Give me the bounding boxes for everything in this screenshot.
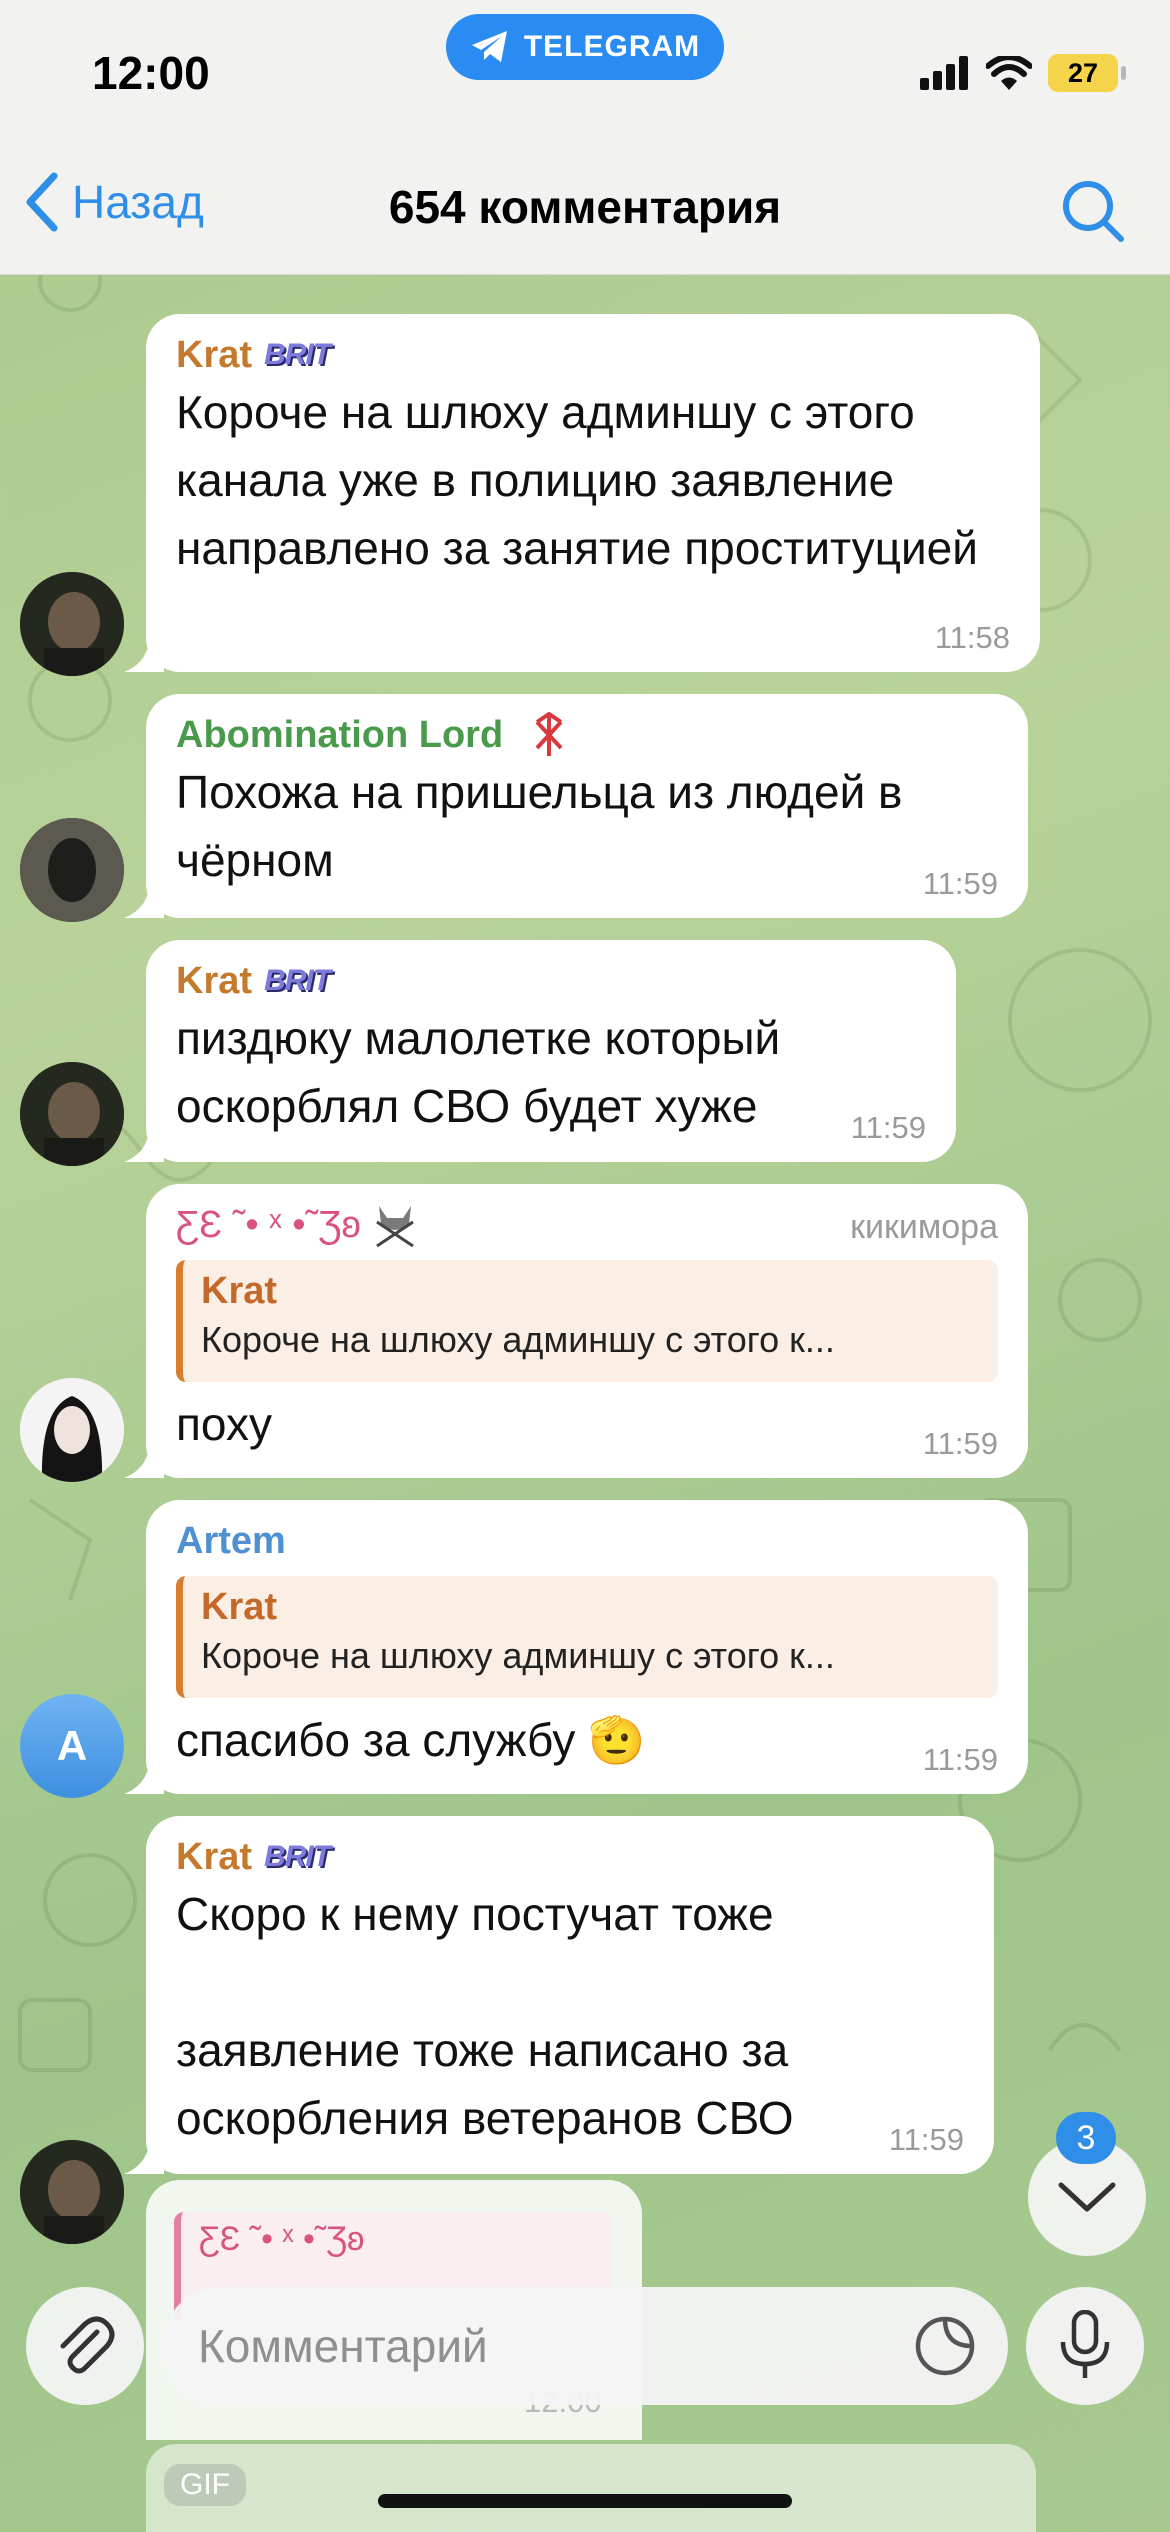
message-bubble[interactable]: Abomination Lord Похожа на пришельца из … xyxy=(146,694,1028,918)
message-bubble[interactable]: Artem Krat Короче на шлюху админшу с это… xyxy=(146,1500,1028,1794)
message-time: 11:59 xyxy=(922,1742,998,1777)
sender-name[interactable]: Krat BRIT xyxy=(176,1834,964,1880)
brit-badge-icon: BRIT xyxy=(264,1840,331,1873)
unread-count-badge: 3 xyxy=(1056,2112,1116,2164)
sender-label: Artem xyxy=(176,1519,286,1562)
brit-badge-icon: BRIT xyxy=(264,338,331,371)
user-photo-icon xyxy=(20,818,124,922)
brit-badge-icon: BRIT xyxy=(264,964,331,997)
message-bubble[interactable]: ƸƐ ˜• ˣ •˜Ʒʚ кикимора Krat Короче на шлю… xyxy=(146,1184,1028,1478)
page-title: 654 комментария xyxy=(388,181,782,233)
reply-quote[interactable]: Krat Короче на шлюху админшу с этого к..… xyxy=(176,1576,998,1698)
reply-text: Короче на шлюху админшу с этого к... xyxy=(201,1319,835,1360)
message-bubble[interactable]: Krat BRIT Короче на шлюху админшу с этог… xyxy=(146,314,1040,672)
user-photo-icon xyxy=(20,572,124,676)
reply-sender: Krat xyxy=(201,1270,278,1312)
attach-button[interactable] xyxy=(26,2287,144,2405)
message-text: Короче на шлюху админшу с этого канала у… xyxy=(176,386,978,574)
member-role: кикимора xyxy=(850,1208,998,1246)
message-text-line xyxy=(176,1948,964,2016)
user-photo-icon xyxy=(20,2140,124,2244)
cellular-signal-icon xyxy=(920,56,968,90)
emoji-status-icon xyxy=(375,1206,414,1248)
sender-name[interactable]: Krat BRIT xyxy=(176,958,926,1004)
avatar[interactable] xyxy=(20,2140,124,2244)
message-time: 11:59 xyxy=(922,1426,998,1461)
sender-label: Krat xyxy=(176,333,253,376)
user-photo-icon xyxy=(20,1062,124,1166)
sender-label: Krat xyxy=(176,959,253,1002)
avatar[interactable] xyxy=(20,1378,124,1482)
message-time: 11:58 xyxy=(934,620,1010,655)
chevron-down-icon xyxy=(1058,2182,1116,2212)
reply-sender: ƸƐ ˜• ˣ •˜Ʒʚ xyxy=(199,2220,365,2258)
sender-name[interactable]: Artem xyxy=(176,1518,998,1564)
sender-name[interactable]: Abomination Lord xyxy=(176,712,998,758)
avatar-initial: A xyxy=(56,1722,88,1769)
message-text-line: оскорбления ветеранов СВО xyxy=(176,2092,794,2144)
sender-label: ƸƐ ˜• ˣ •˜Ʒʚ xyxy=(176,1203,361,1246)
paperclip-icon xyxy=(60,2316,115,2374)
battery-icon: 27 xyxy=(1048,54,1126,92)
telegram-return-pill[interactable]: TELEGRAM xyxy=(446,14,724,80)
message-text: пиздюку малолетке который оскорблял СВО … xyxy=(176,1012,781,1132)
voice-message-button[interactable] xyxy=(1026,2287,1144,2405)
navigation-bar: Назад 654 комментария xyxy=(0,140,1170,275)
battery-level: 27 xyxy=(1067,57,1099,88)
avatar[interactable]: A xyxy=(20,1694,124,1798)
gif-label: GIF xyxy=(164,2464,246,2506)
message-time: 11:59 xyxy=(888,2122,964,2157)
status-time: 12:00 xyxy=(92,47,210,99)
message-time: 11:59 xyxy=(922,866,998,901)
message-text: поху xyxy=(176,1398,272,1450)
search-button[interactable] xyxy=(1060,178,1126,249)
home-indicator[interactable] xyxy=(378,2494,792,2508)
sender-label: Abomination Lord xyxy=(176,713,504,756)
microphone-icon xyxy=(1060,2310,1110,2378)
message-bubble[interactable]: Krat BRIT Скоро к нему постучат тоже зая… xyxy=(146,1816,994,2174)
reply-sender: Krat xyxy=(201,1586,278,1628)
gif-message[interactable] xyxy=(146,2444,1036,2532)
sticker-icon[interactable] xyxy=(912,2313,978,2379)
message-text: Похожа на пришельца из людей в чёрном xyxy=(176,766,903,886)
avatar[interactable] xyxy=(20,1062,124,1166)
avatar[interactable] xyxy=(20,572,124,676)
status-bar: 12:00 TELEGRAM 27 xyxy=(0,0,1170,140)
rune-icon xyxy=(535,712,563,756)
message-text-line: заявление тоже написано за xyxy=(176,2024,789,2076)
telegram-pill-label: TELEGRAM xyxy=(523,30,701,63)
message-time: 11:59 xyxy=(850,1110,926,1145)
reply-quote[interactable]: Krat Короче на шлюху админшу с этого к..… xyxy=(176,1260,998,1382)
wifi-icon xyxy=(986,56,1032,90)
comment-input[interactable] xyxy=(198,2317,848,2375)
sender-name[interactable]: Krat BRIT xyxy=(176,332,1010,378)
message-bubble[interactable]: Krat BRIT пиздюку малолетке который оско… xyxy=(146,940,956,1162)
message-text: спасибо за службу 🫡 xyxy=(176,1714,646,1766)
user-photo-icon xyxy=(20,1378,124,1482)
message-text-line: Скоро к нему постучат тоже xyxy=(176,1888,774,1940)
telegram-plane-icon xyxy=(471,31,507,62)
reply-text: Короче на шлюху админшу с этого к... xyxy=(201,1635,835,1676)
avatar[interactable] xyxy=(20,818,124,922)
status-icons: 27 xyxy=(920,54,1126,92)
comment-input-container[interactable] xyxy=(162,2287,1008,2405)
sender-label: Krat xyxy=(176,1835,253,1878)
search-icon xyxy=(1063,181,1124,242)
